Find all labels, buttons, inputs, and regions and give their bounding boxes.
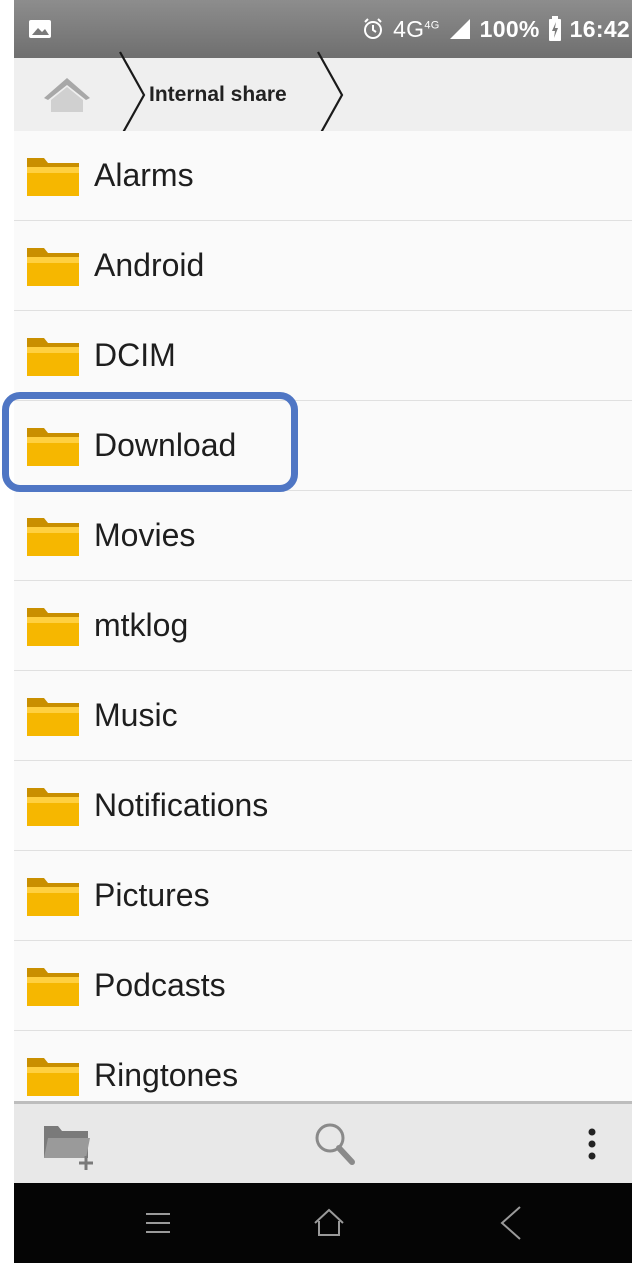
list-item[interactable]: Pictures	[14, 851, 632, 941]
alarm-icon	[364, 18, 383, 39]
list-item[interactable]: Ringtones	[14, 1031, 632, 1101]
home-icon[interactable]	[42, 74, 92, 116]
folder-icon	[27, 968, 79, 1006]
search-icon[interactable]	[310, 1118, 360, 1170]
folder-icon	[27, 878, 79, 916]
folder-icon	[27, 608, 79, 646]
folder-name: Alarms	[94, 157, 194, 193]
folder-name: mtklog	[94, 607, 189, 643]
folder-icon	[27, 428, 79, 466]
breadcrumb-internal-storage[interactable]: Internal share	[149, 78, 317, 112]
list-item[interactable]: Podcasts	[14, 941, 632, 1031]
folder-icon	[27, 158, 79, 196]
folder-name: Podcasts	[94, 967, 226, 1003]
battery-charging-icon	[548, 16, 561, 41]
folder-name: Movies	[94, 517, 196, 553]
folder-icon	[27, 788, 79, 826]
gallery-icon	[29, 20, 51, 38]
folder-icon	[27, 248, 79, 286]
menu-icon[interactable]	[136, 1201, 180, 1245]
list-item[interactable]: Notifications	[14, 761, 632, 851]
list-item[interactable]: Android	[14, 221, 632, 311]
list-item[interactable]: Music	[14, 671, 632, 761]
folder-icon	[27, 1058, 79, 1096]
more-vert-icon[interactable]	[580, 1118, 604, 1170]
folder-name: Ringtones	[94, 1057, 239, 1093]
back-icon[interactable]	[490, 1201, 534, 1245]
list-item[interactable]: Movies	[14, 491, 632, 581]
folder-icon	[27, 338, 79, 376]
folder-name: Pictures	[94, 877, 210, 913]
network-super: 4G	[424, 18, 440, 31]
home-icon[interactable]	[307, 1201, 351, 1245]
folder-name: Music	[94, 697, 178, 733]
list-item[interactable]: Download	[14, 401, 632, 491]
folder-name: Download	[94, 427, 237, 463]
folder-name: Android	[94, 247, 205, 283]
bottom-toolbar	[14, 1101, 632, 1183]
chevron-right-icon	[119, 51, 146, 139]
clock: 16:42	[569, 15, 630, 42]
folder-name: DCIM	[94, 337, 176, 373]
chevron-right-icon	[317, 51, 344, 139]
battery-percent: 100%	[479, 15, 540, 42]
list-item[interactable]: Alarms	[14, 131, 632, 221]
folder-name: Notifications	[94, 787, 269, 823]
screen: 4G4G 100% 16:42 Internal share Alarms An…	[2, 0, 632, 1263]
list-item[interactable]: mtklog	[14, 581, 632, 671]
folder-icon	[27, 698, 79, 736]
network-type: 4G4G	[393, 15, 440, 42]
system-nav-bar	[14, 1183, 632, 1263]
list-item[interactable]: DCIM	[14, 311, 632, 401]
folder-list: Alarms Android DCIM Download Movies mtkl…	[14, 131, 632, 1101]
breadcrumb: Internal share	[14, 51, 632, 139]
folder-icon	[27, 518, 79, 556]
signal-icon	[449, 19, 470, 39]
new-folder-icon[interactable]	[42, 1118, 98, 1170]
